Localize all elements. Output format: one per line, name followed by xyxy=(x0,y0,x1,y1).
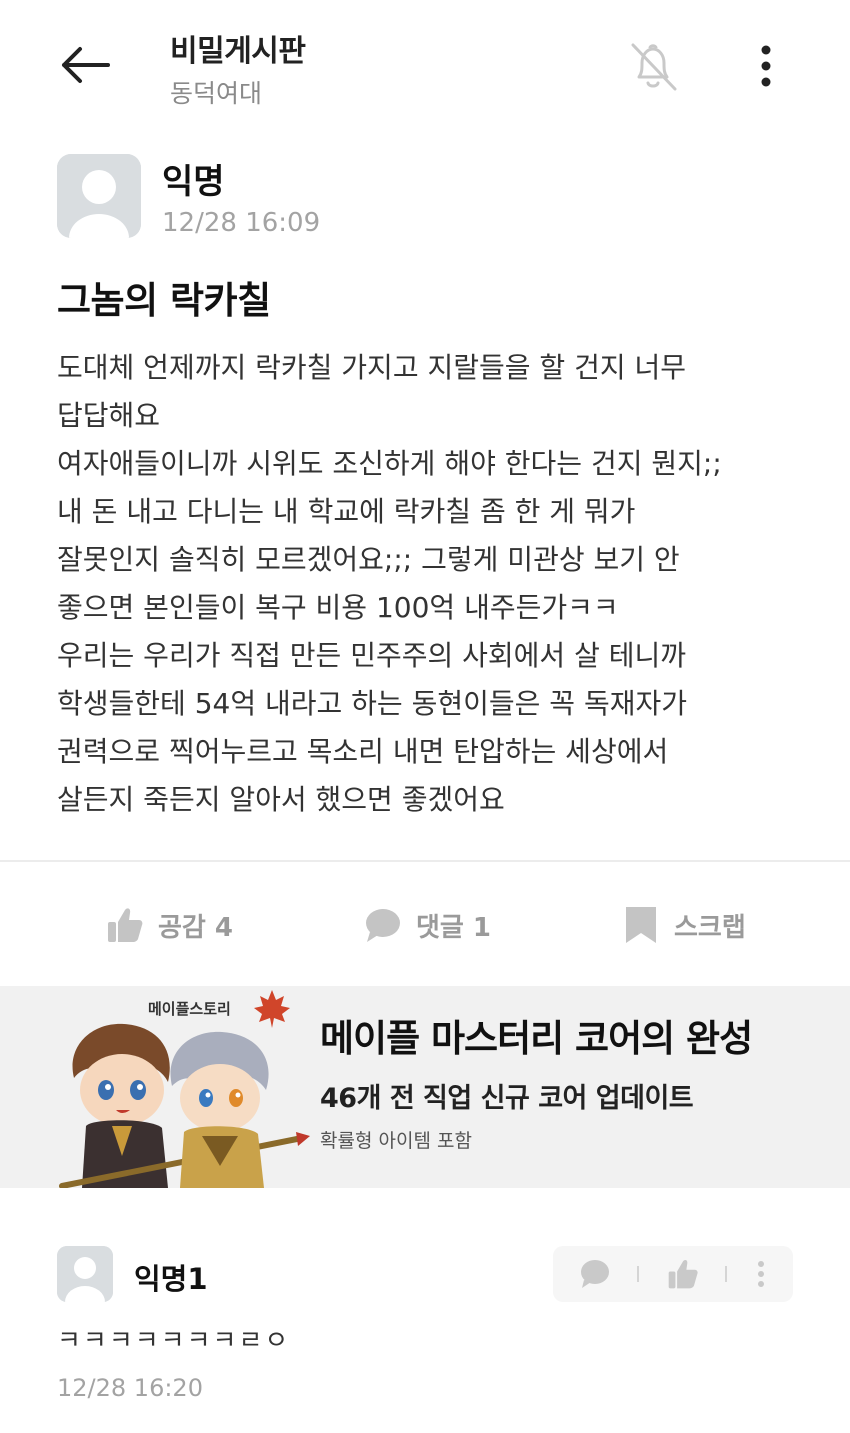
comment-timestamp: 12/28 16:20 xyxy=(57,1374,203,1402)
ad-headline: 메이플 마스터리 코어의 완성 xyxy=(320,1017,753,1060)
like-button[interactable]: 공감 4 xyxy=(106,890,233,960)
post-body-line: 잘못인지 솔직히 모르겠어요;;; 그렇게 미관상 보기 안 xyxy=(57,543,680,576)
more-vertical-icon xyxy=(758,1261,764,1287)
post-body-line: 권력으로 찍어누르고 목소리 내면 탄압하는 세상에서 xyxy=(57,735,669,768)
post-body-line: 우리는 우리가 직접 만든 민주주의 사회에서 살 테니까 xyxy=(57,639,687,672)
board-title: 비밀게시판 xyxy=(170,34,306,69)
post-body-line: 도대체 언제까지 락카칠 가지고 지랄들을 할 건지 너무 xyxy=(57,351,687,384)
back-button[interactable] xyxy=(56,40,112,90)
more-vertical-icon xyxy=(761,45,771,87)
post-timestamp: 12/28 16:09 xyxy=(162,208,321,238)
thumbs-up-icon xyxy=(668,1259,698,1289)
post-body-line: 여자애들이니까 시위도 조신하게 해야 한다는 건지 뭔지;; xyxy=(57,447,722,480)
app-header: 비밀게시판 동덕여대 xyxy=(0,0,850,130)
comment-more-button[interactable] xyxy=(741,1254,781,1294)
notification-toggle-button[interactable] xyxy=(622,36,684,98)
comment-author-name: 익명1 xyxy=(134,1262,208,1296)
post-author-avatar xyxy=(57,154,141,238)
post-title: 그놈의 락카칠 xyxy=(57,279,271,322)
comment-button[interactable]: 댓글 1 xyxy=(364,890,491,960)
arrow-left-icon xyxy=(62,47,110,83)
comment-text: ㅋㅋㅋㅋㅋㅋㅋㄹㅇ xyxy=(57,1326,291,1356)
comment-tools xyxy=(553,1246,793,1302)
speech-bubble-icon xyxy=(581,1260,609,1288)
post-author-name: 익명 xyxy=(162,162,225,202)
thumbs-up-icon xyxy=(108,908,143,942)
scrap-label: 스크랩 xyxy=(674,912,746,943)
content-divider xyxy=(0,860,850,862)
more-options-button[interactable] xyxy=(744,38,788,94)
default-avatar-icon xyxy=(57,154,141,238)
comment-count-label: 댓글 1 xyxy=(416,912,491,943)
post-actions-bar: 공감 4 댓글 1 스크랩 xyxy=(0,890,850,960)
post-body-line: 내 돈 내고 다니는 내 학교에 락카칠 좀 한 게 뭐가 xyxy=(57,495,636,528)
post-body-line: 학생들한테 54억 내라고 하는 동현이들은 꼭 독재자가 xyxy=(57,687,687,720)
tool-separator xyxy=(637,1266,639,1282)
post-body-line: 답답해요 xyxy=(57,399,161,432)
ad-brand-logo-text: 메이플스토리 xyxy=(148,1000,231,1018)
comment-author-avatar xyxy=(57,1246,113,1302)
post-body-line: 좋으면 본인들이 복구 비용 100억 내주든가ㅋㅋ xyxy=(57,591,619,624)
ad-subheadline: 46개 전 직업 신규 코어 업데이트 xyxy=(320,1083,694,1114)
comment-like-button[interactable] xyxy=(663,1254,703,1294)
like-count-label: 공감 4 xyxy=(158,912,233,943)
post-body: 도대체 언제까지 락카칠 가지고 지랄들을 할 건지 너무 답답해요 여자애들이… xyxy=(57,344,827,824)
bell-off-icon xyxy=(631,43,677,91)
ad-disclaimer: 확률형 아이템 포함 xyxy=(320,1130,472,1152)
default-avatar-icon xyxy=(57,1246,113,1302)
tool-separator xyxy=(725,1266,727,1282)
reply-button[interactable] xyxy=(575,1254,615,1294)
post-body-line: 살든지 죽든지 알아서 했으면 좋겠어요 xyxy=(57,783,505,816)
ad-banner[interactable]: 메이플스토리 메이플 마스터리 코어의 완성 46개 전 직업 신규 코어 업데… xyxy=(0,986,850,1188)
scrap-button[interactable]: 스크랩 xyxy=(622,890,746,960)
speech-bubble-icon xyxy=(366,909,400,942)
bookmark-icon xyxy=(626,907,656,943)
school-name: 동덕여대 xyxy=(170,79,263,108)
